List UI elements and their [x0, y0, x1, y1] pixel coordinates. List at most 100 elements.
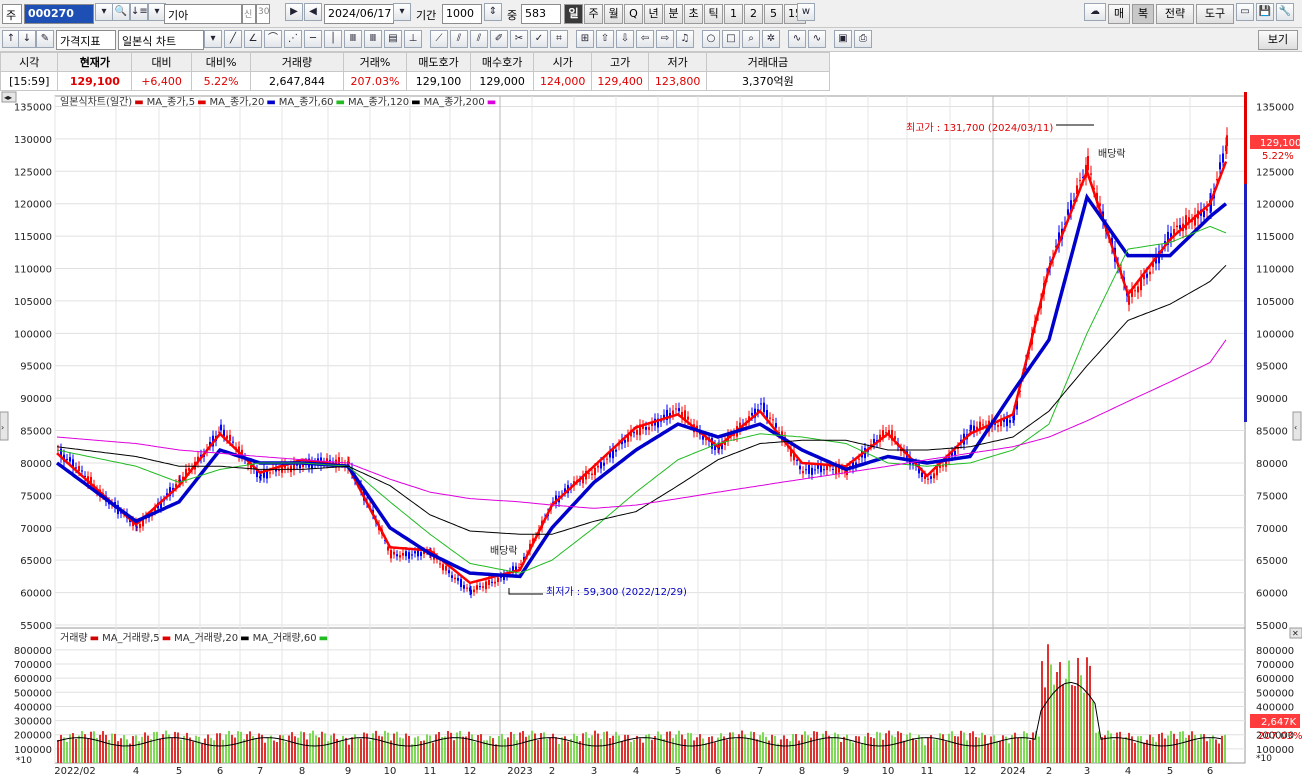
candle-body — [1222, 153, 1224, 163]
candle-body — [811, 467, 813, 475]
save-icon[interactable]: 💾 — [1256, 3, 1274, 21]
price-legend-item: MA_종가,5 ▬ — [146, 97, 207, 108]
draw-tool-icon-30[interactable]: ⎙ — [854, 30, 872, 48]
view-button[interactable]: 보기 — [1258, 30, 1298, 50]
market-prefix[interactable]: 주 — [2, 4, 22, 24]
chart-type-select[interactable]: 일본식 차트 — [118, 30, 204, 50]
draw-tool-icon-10[interactable]: ⟋ — [430, 30, 448, 48]
credit-tag: 신 — [242, 4, 256, 24]
volume-bar — [363, 732, 365, 763]
volume-bar — [579, 741, 581, 763]
draw-tool-icon-20[interactable]: ⇦ — [636, 30, 654, 48]
stock-code-input[interactable]: 000270 — [24, 4, 94, 24]
settings-icon[interactable]: 🔧 — [1276, 3, 1294, 21]
volume-tick-right: 800000 — [1256, 646, 1294, 657]
volume-bar — [471, 734, 473, 763]
date-input[interactable]: 2024/06/17 — [324, 4, 394, 24]
draw-tool-icon-0[interactable]: ╱ — [224, 30, 242, 48]
draw-tool-icon-18[interactable]: ⇧ — [596, 30, 614, 48]
draw-tool-icon-23[interactable]: ○ — [702, 30, 720, 48]
x-tick-label: 2023 — [507, 766, 532, 777]
draw-tool-icon-9[interactable]: ⊥ — [404, 30, 422, 48]
mid-input[interactable]: 583 — [521, 4, 561, 24]
period-tab-6[interactable]: 초 — [684, 4, 703, 24]
period-tab-3[interactable]: Q — [624, 4, 643, 24]
play-prev-icon[interactable]: ◀ — [304, 3, 322, 21]
draw-tool-icon-5[interactable]: │ — [324, 30, 342, 48]
period-tab-7[interactable]: 틱 — [704, 4, 723, 24]
period-tab-2[interactable]: 월 — [604, 4, 623, 24]
period-tab-4[interactable]: 년 — [644, 4, 663, 24]
stock-chart[interactable]: 1350001350001300001300001250001250001200… — [0, 90, 1302, 777]
toolbar-button-1[interactable]: 복 — [1132, 4, 1154, 24]
wave-icon[interactable]: w — [797, 3, 815, 21]
period-tab-10[interactable]: 5 — [764, 4, 783, 24]
draw-tool-icon-26[interactable]: ✲ — [762, 30, 780, 48]
draw-tool-icon-24[interactable]: □ — [722, 30, 740, 48]
period-input[interactable]: 1000 — [442, 4, 482, 24]
draw-tool-icon-2[interactable]: ⌒ — [264, 30, 282, 48]
chart-type-dropdown-icon[interactable]: ▾ — [204, 30, 222, 48]
down-arrow-icon[interactable]: ↓ — [18, 30, 36, 48]
price-tick-right: 90000 — [1256, 394, 1288, 405]
draw-tool-icon-8[interactable]: ▤ — [384, 30, 402, 48]
volume-bar — [243, 739, 245, 763]
volume-bar — [198, 736, 200, 763]
volume-bar — [576, 735, 578, 763]
volume-bar — [693, 740, 695, 763]
play-next-icon[interactable]: ▶ — [285, 3, 303, 21]
volume-bar — [1128, 732, 1130, 763]
toolbar-button-2[interactable]: 전략 — [1156, 4, 1194, 24]
volume-bar — [624, 734, 626, 763]
volume-bar — [339, 740, 341, 763]
volume-bar — [150, 739, 152, 763]
draw-tool-icon-28[interactable]: ∿ — [808, 30, 826, 48]
draw-tool-icon-17[interactable]: ⊞ — [576, 30, 594, 48]
volume-bar — [894, 736, 896, 763]
draw-tool-icon-29[interactable]: ▣ — [834, 30, 852, 48]
period-tab-5[interactable]: 분 — [664, 4, 683, 24]
sort-icon[interactable]: ↓≡ — [130, 3, 148, 21]
folder-icon[interactable]: ▭ — [1236, 3, 1254, 21]
draw-tool-icon-14[interactable]: ✂ — [510, 30, 528, 48]
draw-tool-icon-21[interactable]: ⇨ — [656, 30, 674, 48]
draw-tool-icon-6[interactable]: Ⅲ — [344, 30, 362, 48]
volume-legend-item: MA_거래량,20 ▬ — [174, 633, 250, 644]
draw-tool-icon-22[interactable]: ♫ — [676, 30, 694, 48]
draw-tool-icon-1[interactable]: ∠ — [244, 30, 262, 48]
toolbar-button-3[interactable]: 도구 — [1196, 4, 1234, 24]
draw-tool-icon-7[interactable]: Ⅲ — [364, 30, 382, 48]
edit-icon[interactable]: ✎ — [36, 30, 54, 48]
volume-bar — [426, 734, 428, 763]
volume-bar — [525, 736, 527, 763]
indicator-selector[interactable]: 가격지표 — [56, 30, 116, 50]
volume-bar — [636, 735, 638, 763]
period-tab-0[interactable]: 일 — [564, 4, 583, 24]
draw-tool-icon-27[interactable]: ∿ — [788, 30, 806, 48]
quote-table: 시각 현재가 대비 대비% 거래량 거래% 매도호가 매수호가 시가 고가 저가 거래대금 [15:5… — [0, 52, 831, 91]
stock-name-field[interactable]: 기아 — [164, 4, 242, 24]
code-dropdown-icon[interactable]: ▾ — [95, 3, 113, 21]
volume-bar — [186, 732, 188, 763]
draw-tool-icon-3[interactable]: ⋰ — [284, 30, 302, 48]
quote-value-4: 2,647,844 — [250, 71, 344, 91]
cloud-icon[interactable]: ☁ — [1084, 3, 1106, 21]
draw-tool-icon-25[interactable]: ⌕ — [742, 30, 760, 48]
price-tick-left: 120000 — [14, 200, 52, 211]
period-stepper-icon[interactable]: ⇕ — [484, 3, 502, 21]
period-tab-8[interactable]: 1 — [724, 4, 743, 24]
draw-tool-icon-4[interactable]: ─ — [304, 30, 322, 48]
period-tab-1[interactable]: 주 — [584, 4, 603, 24]
search-icon[interactable]: 🔍 — [112, 3, 130, 21]
draw-tool-icon-16[interactable]: ⌗ — [550, 30, 568, 48]
volume-bar — [1140, 736, 1142, 763]
draw-tool-icon-19[interactable]: ⇩ — [616, 30, 634, 48]
draw-tool-icon-15[interactable]: ✓ — [530, 30, 548, 48]
period-tab-9[interactable]: 2 — [744, 4, 763, 24]
toolbar-button-0[interactable]: 매 — [1108, 4, 1130, 24]
draw-tool-icon-13[interactable]: ✐ — [490, 30, 508, 48]
candle-body — [229, 434, 231, 441]
draw-tool-icon-12[interactable]: ⫽ — [470, 30, 488, 48]
calendar-dropdown-icon[interactable]: ▾ — [393, 3, 411, 21]
draw-tool-icon-11[interactable]: ⫽ — [450, 30, 468, 48]
